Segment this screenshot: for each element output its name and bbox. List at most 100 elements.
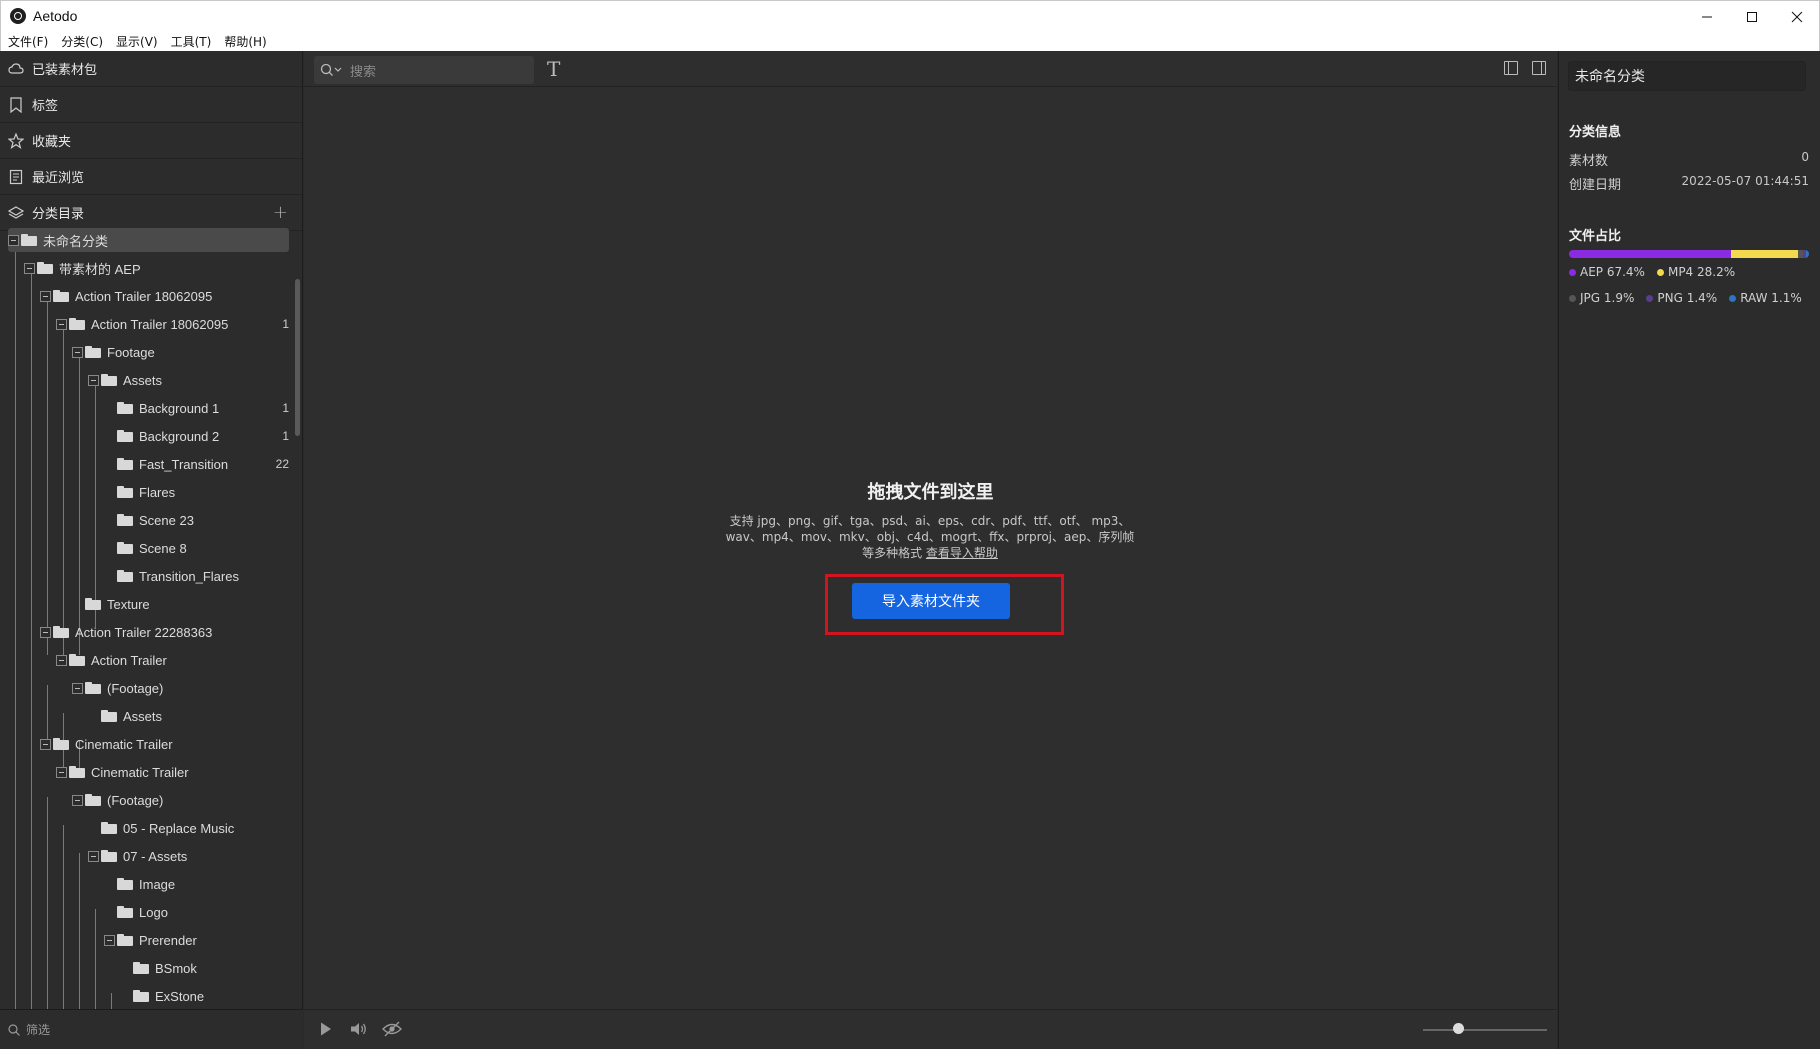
collapse-toggle-icon[interactable] xyxy=(88,374,99,386)
collapse-toggle-icon[interactable] xyxy=(88,850,99,862)
folder-icon xyxy=(117,458,133,470)
close-icon xyxy=(1791,11,1803,22)
tree-item[interactable]: (Footage) xyxy=(72,788,289,812)
tree-item[interactable]: Cinematic Trailer xyxy=(56,760,289,784)
tree-item[interactable]: Scene 8 xyxy=(117,536,289,560)
tree-item[interactable]: Background 1 1 xyxy=(117,396,289,420)
legend-dot xyxy=(1656,268,1664,276)
import-folder-button[interactable]: 导入素材文件夹 xyxy=(852,583,1010,619)
tree-item[interactable]: Action Trailer xyxy=(56,648,289,672)
legend-label: MP4 28.2% xyxy=(1667,265,1736,279)
play-icon[interactable] xyxy=(319,1021,333,1037)
tree-item[interactable]: Background 2 1 xyxy=(117,424,289,448)
tree-item[interactable]: Fast_Transition 22 xyxy=(117,452,289,476)
tree-item[interactable]: ExStone xyxy=(133,984,289,1008)
search-icon xyxy=(8,1023,20,1036)
collapse-toggle-icon[interactable] xyxy=(40,738,51,750)
asset-count-row: 素材数 0 xyxy=(1569,150,1809,169)
tree-item[interactable]: Image xyxy=(117,872,289,896)
zoom-slider-track[interactable] xyxy=(1423,1029,1547,1031)
nav-tags[interactable]: 标签 xyxy=(0,87,302,123)
tree-item[interactable]: 带素材的 AEP xyxy=(24,256,289,280)
tree-item[interactable]: 未命名分类 xyxy=(8,228,289,252)
tree-item[interactable]: Footage xyxy=(72,340,289,364)
collapse-toggle-icon[interactable] xyxy=(72,346,83,358)
text-tool-icon[interactable]: T xyxy=(547,57,560,81)
collapse-toggle-icon[interactable] xyxy=(72,682,83,694)
tree-item[interactable]: Cinematic Trailer xyxy=(40,732,289,756)
search-input[interactable]: 搜索 xyxy=(314,56,534,84)
folder-icon xyxy=(133,990,149,1002)
collapse-toggle-icon[interactable] xyxy=(104,934,115,946)
legend-label: PNG 1.4% xyxy=(1657,291,1718,305)
menu-category[interactable]: 分类(C) xyxy=(61,33,103,50)
search-placeholder: 搜索 xyxy=(350,64,377,80)
tree-item[interactable]: 07 - Assets xyxy=(88,844,289,868)
tree-scrollbar[interactable] xyxy=(295,279,300,436)
nav-label: 分类目录 xyxy=(32,207,85,222)
category-name-input[interactable]: 未命名分类 xyxy=(1568,61,1806,91)
tree-item[interactable]: (Footage) xyxy=(72,676,289,700)
maximize-button[interactable] xyxy=(1729,1,1775,32)
add-category-button[interactable]: + xyxy=(273,202,288,223)
nav-category-directory[interactable]: 分类目录 + xyxy=(0,195,302,231)
tree-item[interactable]: Scene 23 xyxy=(117,508,289,532)
tree-item[interactable]: Action Trailer 22288363 xyxy=(40,620,289,644)
legend-item-mp4: MP4 28.2% xyxy=(1656,265,1736,279)
tree-item[interactable]: 05 - Replace Music xyxy=(101,816,289,840)
collapse-toggle-icon[interactable] xyxy=(8,234,19,246)
menu-tools[interactable]: 工具(T) xyxy=(171,33,212,50)
tree-item[interactable]: Assets xyxy=(88,368,289,392)
folder-icon xyxy=(69,766,85,778)
tree-item-label: Assets xyxy=(123,708,163,724)
hide-eye-icon[interactable] xyxy=(382,1021,402,1037)
tree-item-label: Fast_Transition xyxy=(139,456,229,472)
import-help-link[interactable]: 查看导入帮助 xyxy=(926,546,998,560)
tree-item-label: Logo xyxy=(139,904,168,920)
menu-help[interactable]: 帮助(H) xyxy=(224,33,266,50)
folder-icon xyxy=(101,822,117,834)
created-date-label: 创建日期 xyxy=(1569,178,1622,193)
minimize-button[interactable] xyxy=(1684,1,1730,32)
tree-item[interactable]: Prerender xyxy=(104,928,289,952)
window-title: Aetodo xyxy=(33,8,78,24)
supported-formats-line: wav、mp4、mov、mkv、obj、c4d、mogrt、ffx、prproj… xyxy=(725,530,1135,544)
nav-installed-packs[interactable]: 已装素材包 xyxy=(0,51,302,87)
nav-recent[interactable]: 最近浏览 xyxy=(0,159,302,195)
collapse-toggle-icon[interactable] xyxy=(56,766,67,778)
tree-item-label: (Footage) xyxy=(107,680,164,696)
collapse-toggle-icon[interactable] xyxy=(40,626,51,638)
folder-icon xyxy=(117,934,133,946)
toggle-left-panel-icon[interactable] xyxy=(1504,61,1518,75)
tree-item-count: 22 xyxy=(275,457,289,471)
tree-item-count: 1 xyxy=(282,317,289,331)
tree-item[interactable]: Flares xyxy=(117,480,289,504)
tree-item[interactable]: Transition_Flares xyxy=(117,564,289,588)
folder-icon xyxy=(85,598,101,610)
filter-input[interactable]: 筛选 xyxy=(0,1009,303,1049)
tree-item[interactable]: Action Trailer 18062095 xyxy=(40,284,289,308)
collapse-toggle-icon[interactable] xyxy=(40,290,51,302)
folder-icon xyxy=(53,738,69,750)
nav-favorites[interactable]: 收藏夹 xyxy=(0,123,302,159)
file-ratio-segment xyxy=(1730,250,1799,258)
zoom-slider-handle[interactable] xyxy=(1452,1023,1464,1034)
nav-label: 收藏夹 xyxy=(32,135,72,150)
tree-item[interactable]: Texture xyxy=(85,592,289,616)
menu-file[interactable]: 文件(F) xyxy=(8,33,48,50)
tree-item[interactable]: Assets xyxy=(101,704,289,728)
left-sidebar: 已装素材包 标签 收藏夹 最近浏览 分类目录 + 未命名分类 带素材的 AEP … xyxy=(0,51,303,1049)
tree-item[interactable]: BSmok xyxy=(133,956,289,980)
legend-dot xyxy=(1646,294,1654,302)
collapse-toggle-icon[interactable] xyxy=(56,654,67,666)
close-button[interactable] xyxy=(1774,1,1820,32)
collapse-toggle-icon[interactable] xyxy=(56,318,67,330)
volume-icon[interactable] xyxy=(350,1021,368,1037)
tree-item[interactable]: Logo xyxy=(117,900,289,924)
collapse-toggle-icon[interactable] xyxy=(24,262,35,274)
toggle-right-panel-icon[interactable] xyxy=(1532,61,1546,75)
collapse-toggle-icon[interactable] xyxy=(72,794,83,806)
tree-item[interactable]: Action Trailer 18062095 1 xyxy=(56,312,289,336)
recent-icon xyxy=(8,169,24,185)
menu-view[interactable]: 显示(V) xyxy=(116,33,158,50)
